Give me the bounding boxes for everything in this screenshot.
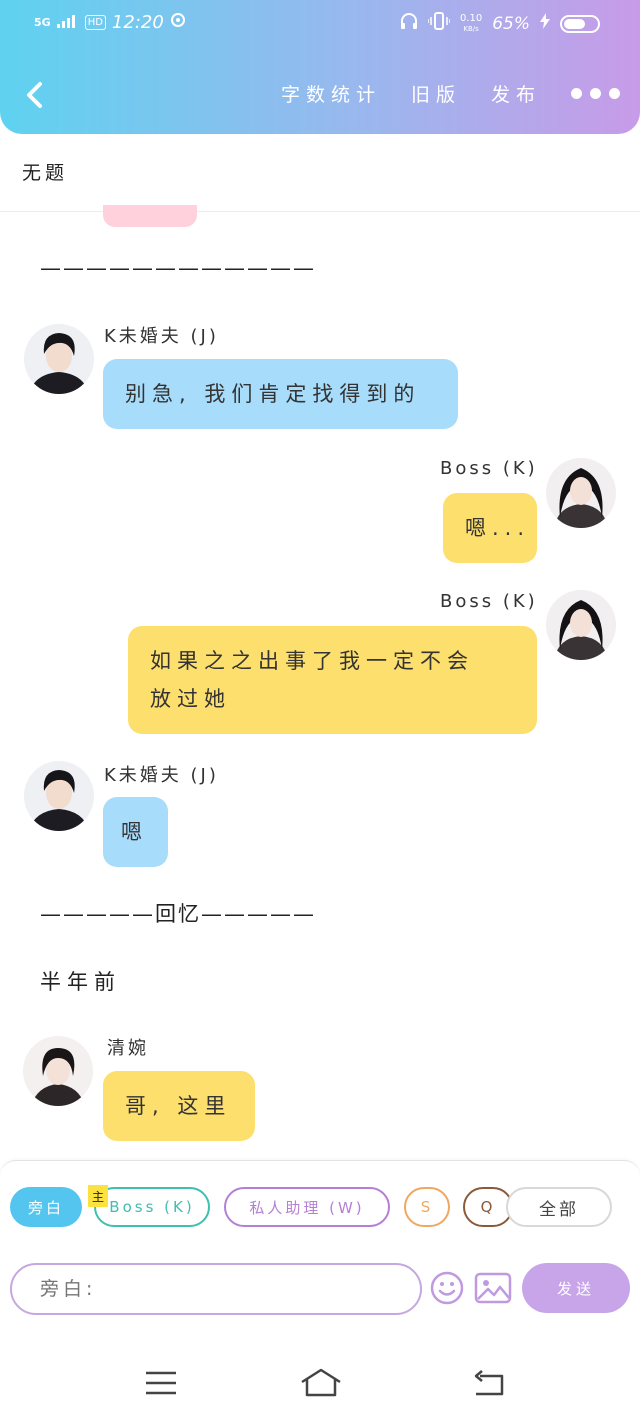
net-speed-unit: KB/s: [463, 24, 479, 33]
avatar-qingwan[interactable]: [23, 1036, 93, 1106]
scene-divider: ————————————: [40, 256, 316, 280]
back-button[interactable]: [22, 80, 48, 110]
sender-name: 清婉: [107, 1038, 149, 1059]
avatar-k-fiance[interactable]: [24, 324, 94, 394]
sender-name: K未婚夫 (J): [104, 326, 219, 347]
sync-icon: [170, 12, 186, 33]
previous-bubble-fragment: [103, 205, 197, 227]
publish-button[interactable]: 发布: [491, 80, 541, 107]
home-icon[interactable]: [300, 1368, 342, 1398]
vibrate-icon: [427, 12, 451, 35]
message-bubble[interactable]: 别急, 我们肯定找得到的: [103, 359, 458, 429]
send-button[interactable]: 发送: [522, 1263, 630, 1313]
battery-fill: [564, 18, 585, 29]
message-input[interactable]: [10, 1263, 422, 1315]
back-nav-icon[interactable]: [472, 1368, 506, 1398]
message-bubble[interactable]: 哥, 这里: [103, 1071, 255, 1141]
avatar-k-fiance[interactable]: [24, 761, 94, 831]
status-bar: 5G HD 12:20 0.10 KB/s 65%: [34, 10, 600, 40]
net-speed: 0.10: [459, 12, 483, 24]
battery-percent: 65%: [492, 13, 530, 34]
app-header: 5G HD 12:20 0.10 KB/s 65% 字数统计 旧版 发布: [0, 0, 640, 134]
charging-icon: [540, 13, 550, 34]
message-bubble[interactable]: 嗯...: [443, 493, 537, 563]
image-icon[interactable]: [474, 1271, 512, 1305]
clock: 12:20: [111, 12, 164, 33]
role-chip-assistant[interactable]: 私人助理 (W): [224, 1187, 390, 1227]
narration-text: 半年前: [40, 970, 121, 994]
headphones-icon: [400, 13, 418, 34]
role-chip-all[interactable]: 全部: [506, 1187, 612, 1227]
header-actions: 字数统计 旧版 发布: [251, 80, 620, 107]
avatar-boss[interactable]: [546, 458, 616, 528]
main-role-tag: 主: [88, 1185, 108, 1207]
old-version-button[interactable]: 旧版: [411, 80, 461, 107]
signal-icon: [56, 13, 79, 33]
network-indicator: 5G: [34, 16, 51, 29]
menu-icon[interactable]: [144, 1368, 178, 1398]
message-bubble[interactable]: 嗯: [103, 797, 168, 867]
composer-input-row: 发送: [10, 1263, 630, 1317]
role-chip-s[interactable]: S: [404, 1187, 450, 1227]
avatar-boss[interactable]: [546, 590, 616, 660]
sender-name: K未婚夫 (J): [104, 765, 219, 786]
story-title: 无题: [22, 162, 69, 184]
system-nav-bar: [0, 1316, 640, 1422]
message-line: 如果之之出事了我一定不会: [150, 649, 474, 673]
sender-name: Boss (K): [440, 591, 538, 612]
role-chip-boss[interactable]: Boss (K): [94, 1187, 210, 1227]
role-chip-narration[interactable]: 旁白: [10, 1187, 82, 1227]
story-title-bar[interactable]: 无题: [0, 134, 640, 212]
battery-icon: [560, 14, 600, 33]
word-count-button[interactable]: 字数统计: [281, 80, 381, 107]
role-chip-row: 旁白 主 Boss (K) 私人助理 (W) S Q 全部: [10, 1185, 640, 1229]
sender-name: Boss (K): [440, 458, 538, 479]
more-icon[interactable]: [571, 88, 620, 99]
hd-badge: HD: [84, 15, 106, 30]
message-line: 放过她: [150, 687, 231, 711]
emoji-icon[interactable]: [430, 1271, 464, 1305]
composer-panel: 旁白 主 Boss (K) 私人助理 (W) S Q 全部 发送: [0, 1160, 640, 1316]
message-bubble[interactable]: 如果之之出事了我一定不会 放过她: [128, 626, 537, 734]
memory-divider: —————回忆—————: [40, 902, 316, 926]
